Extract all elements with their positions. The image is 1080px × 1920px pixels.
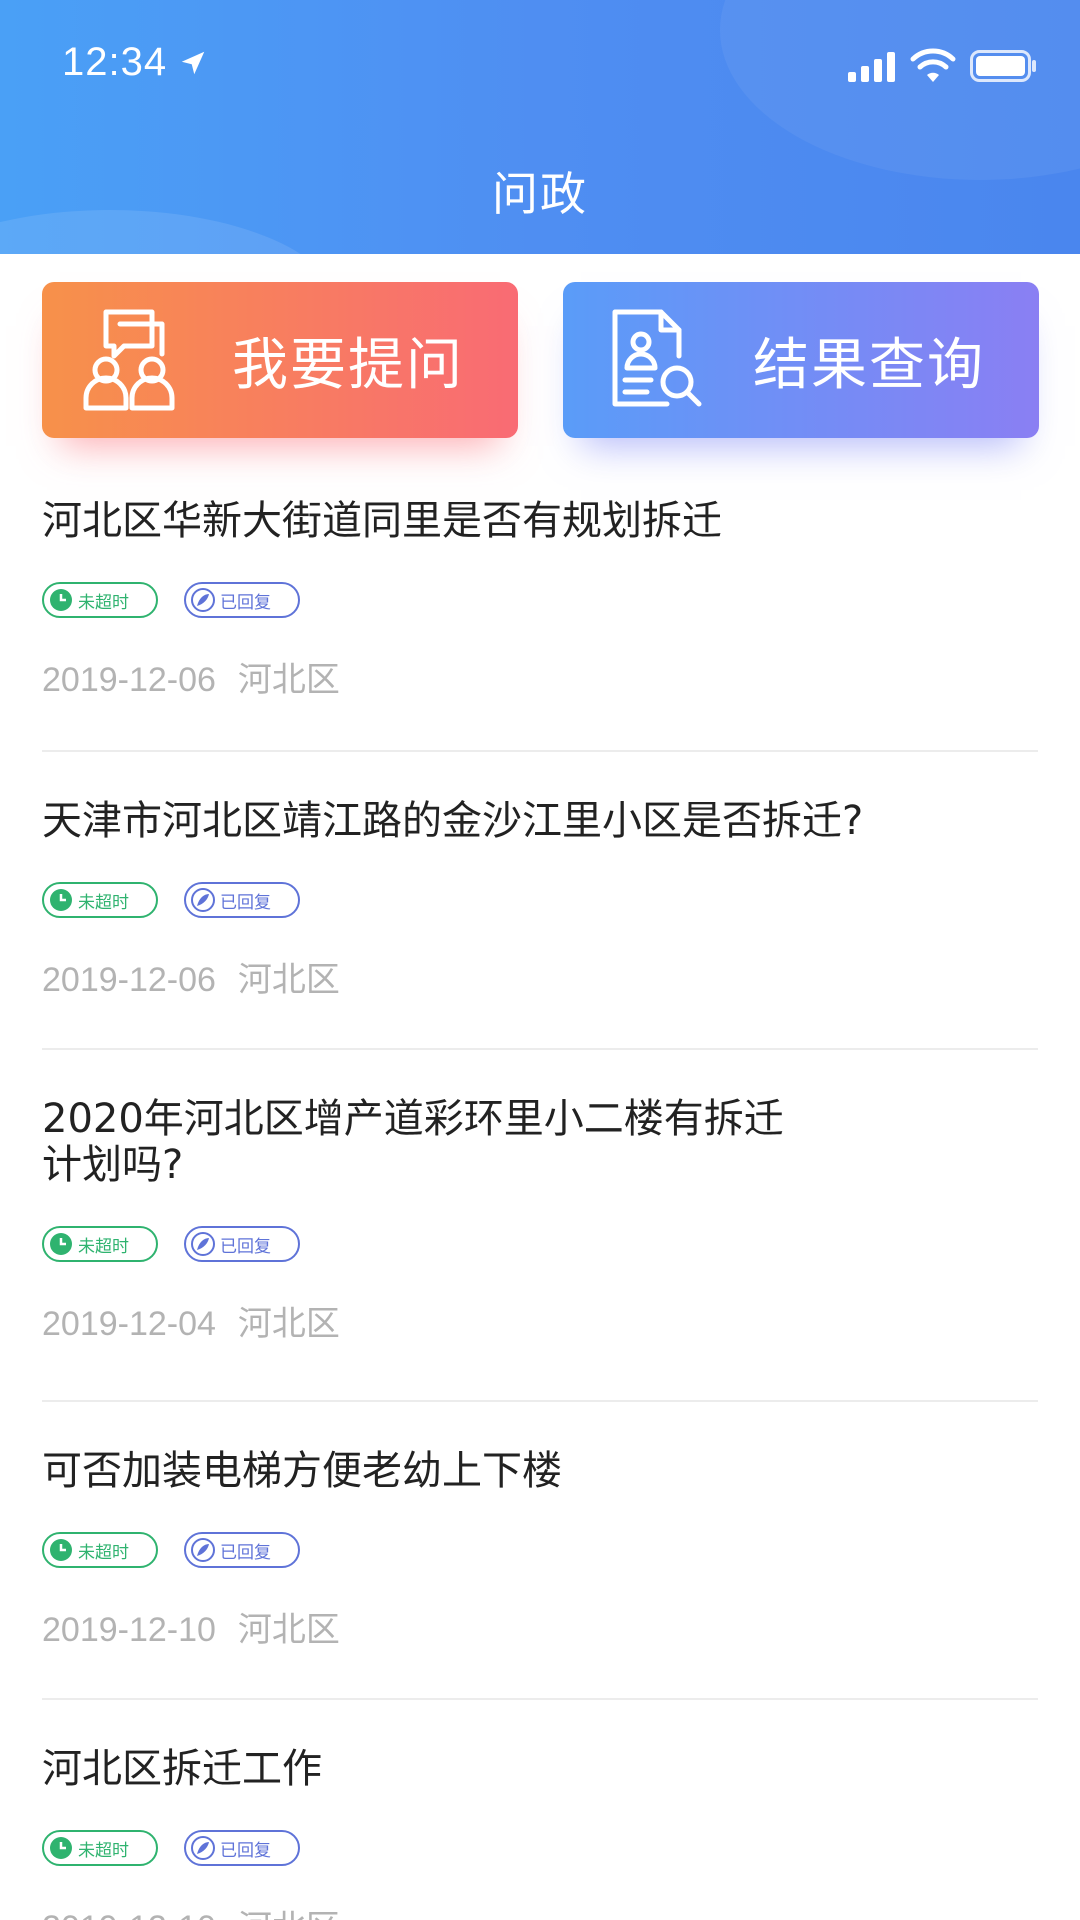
status-badge-label: 未超时 [78,592,129,613]
clock-icon [50,1233,72,1255]
status-time: 12:34 [62,40,168,84]
status-badge-replied: 已回复 [184,1532,300,1568]
result-query-label: 结果查询 [753,332,985,398]
item-meta: 2019-12-04 河北区 [42,1296,1038,1345]
item-date: 2019-12-10 [42,1909,216,1920]
item-district: 河北区 [238,1908,340,1920]
status-badge-label: 已回复 [220,1236,271,1257]
tag-group: 未超时 已回复 [42,582,1038,618]
question-list: 河北区华新大街道同里是否有规划拆迁 未超时 已回复 2019-12-06 河北区 … [0,480,1080,1920]
item-date: 2019-12-06 [42,661,216,699]
result-query-button[interactable]: 结果查询 [563,282,1039,438]
question-title-line: 2020年河北区增产道彩环里小二楼有拆迁 [42,1096,784,1142]
status-badge-label: 未超时 [78,1542,129,1563]
item-meta: 2019-12-10 河北区 [42,1602,1038,1651]
item-district: 河北区 [237,660,340,700]
status-badge-label: 已回复 [220,892,271,913]
tag-group: 未超时 已回复 [42,882,1038,918]
question-title: 河北区拆迁工作 [42,1746,322,1792]
chat-people-icon [83,309,175,411]
status-badge-not-overdue: 未超时 [42,1226,158,1262]
status-badge-replied: 已回复 [184,1226,300,1262]
status-badge-not-overdue: 未超时 [42,1532,158,1568]
feather-icon [191,1538,215,1562]
clock-icon [50,1539,72,1561]
status-badge-not-overdue: 未超时 [42,1830,158,1866]
status-badge-replied: 已回复 [184,1830,300,1866]
battery-icon [970,50,1036,82]
question-title-line: 计划吗? [42,1142,184,1188]
question-title: 天津市河北区靖江路的金沙江里小区是否拆迁? [42,798,864,844]
list-item[interactable]: 河北区华新大街道同里是否有规划拆迁 未超时 已回复 2019-12-06 河北区 [42,480,1038,752]
tag-group: 未超时 已回复 [42,1532,1038,1568]
item-district: 河北区 [237,960,340,1000]
wifi-icon [910,48,956,82]
status-badge-not-overdue: 未超时 [42,582,158,618]
ask-question-button[interactable]: 我要提问 [42,282,518,438]
tag-group: 未超时 已回复 [42,1830,1038,1866]
tag-group: 未超时 已回复 [42,1226,1038,1262]
item-meta: 2019-12-10 河北区 [42,1900,1038,1920]
signal-icon [848,52,895,82]
feather-icon [191,1836,215,1860]
item-date: 2019-12-04 [42,1305,216,1343]
list-item[interactable]: 河北区拆迁工作 未超时 已回复 2019-12-10 河北区 [42,1700,1038,1920]
status-badge-label: 未超时 [78,1236,129,1257]
item-district: 河北区 [237,1304,340,1344]
document-search-icon [612,309,702,407]
status-bar: 12:34 [0,0,1080,130]
item-date: 2019-12-10 [42,1611,216,1649]
clock-icon [50,1837,72,1859]
clock-icon [50,589,72,611]
status-badge-label: 已回复 [220,1542,271,1563]
question-title: 可否加装电梯方便老幼上下楼 [42,1448,562,1494]
location-arrow-icon [181,51,205,75]
status-badge-replied: 已回复 [184,882,300,918]
status-badge-label: 未超时 [78,1840,129,1861]
status-badge-not-overdue: 未超时 [42,882,158,918]
status-badge-label: 未超时 [78,892,129,913]
status-badge-label: 已回复 [220,1840,271,1861]
list-item[interactable]: 2020年河北区增产道彩环里小二楼有拆迁 计划吗? 未超时 已回复 2019-1… [42,1050,1038,1402]
ask-question-label: 我要提问 [232,332,464,398]
feather-icon [191,888,215,912]
clock-icon [50,889,72,911]
item-meta: 2019-12-06 河北区 [42,652,1038,701]
status-badge-replied: 已回复 [184,582,300,618]
status-badge-label: 已回复 [220,592,271,613]
item-date: 2019-12-06 [42,961,216,999]
question-title: 河北区华新大街道同里是否有规划拆迁 [42,498,722,544]
item-meta: 2019-12-06 河北区 [42,952,1038,1001]
question-title: 2020年河北区增产道彩环里小二楼有拆迁 计划吗? [42,1078,1038,1188]
feather-icon [191,588,215,612]
feather-icon [191,1232,215,1256]
item-district: 河北区 [237,1610,340,1650]
list-item[interactable]: 可否加装电梯方便老幼上下楼 未超时 已回复 2019-12-10 河北区 [42,1402,1038,1700]
list-item[interactable]: 天津市河北区靖江路的金沙江里小区是否拆迁? 未超时 已回复 2019-12-06… [42,752,1038,1050]
header: 12:34 问政 [0,0,1080,254]
page-title: 问政 [492,167,588,221]
